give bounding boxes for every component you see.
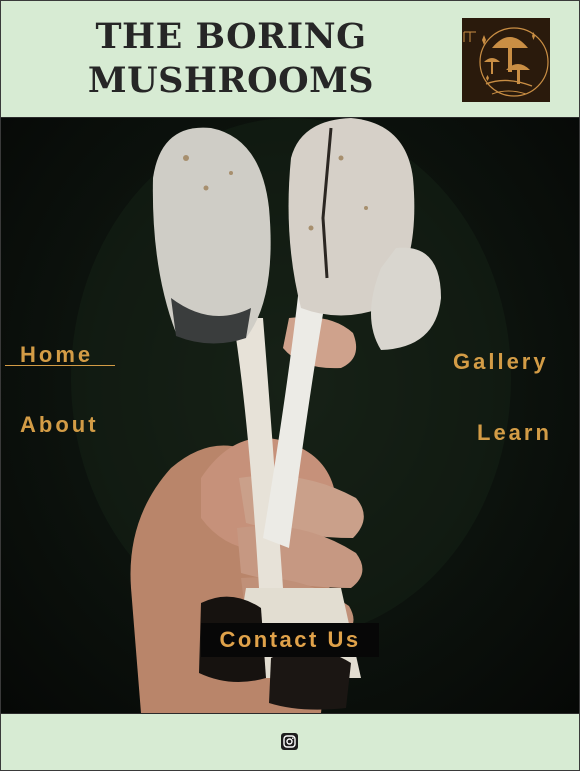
hero-image: Home About Gallery Learn Contact Us — [1, 118, 579, 713]
site-title: THE BORING MUSHROOMS — [81, 15, 381, 103]
contact-us-button[interactable]: Contact Us — [201, 623, 379, 657]
site-footer — [1, 713, 579, 770]
nav-learn-link[interactable]: Learn — [477, 420, 552, 446]
home-active-underline — [5, 365, 115, 366]
nav-gallery-link[interactable]: Gallery — [453, 349, 549, 375]
site-header: THE BORING MUSHROOMS — [1, 1, 579, 118]
page-frame: THE BORING MUSHROOMS Home About Gallery … — [0, 0, 580, 771]
instagram-icon[interactable] — [281, 733, 298, 750]
site-title-line-1: THE BORING — [95, 16, 367, 57]
mushroom-logo-icon[interactable] — [462, 18, 550, 102]
nav-about-link[interactable]: About — [20, 412, 99, 438]
site-title-line-2: MUSHROOMS — [87, 60, 375, 101]
